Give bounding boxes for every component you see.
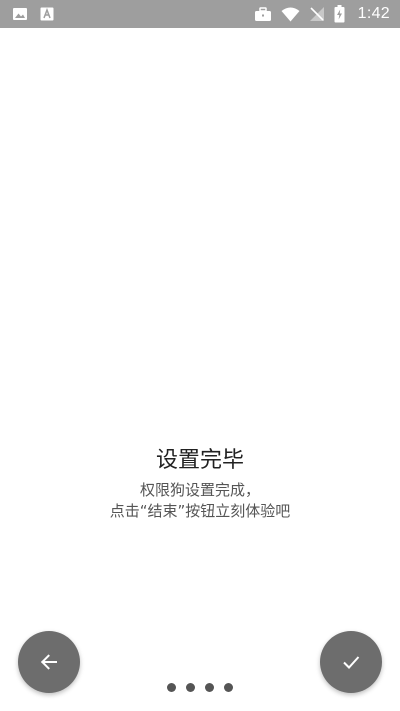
page-dot (167, 683, 176, 692)
checkmark-icon (341, 652, 361, 672)
description-line-1: 权限狗设置完成， (139, 481, 260, 499)
font-a-icon (40, 7, 54, 21)
page-dot (186, 683, 195, 692)
page-indicator (0, 683, 400, 692)
page-dot (205, 683, 214, 692)
no-sim-icon (309, 6, 325, 22)
page-description: 权限狗设置完成， 点击“结束”按钮立刻体验吧 (0, 480, 400, 522)
page-title: 设置完毕 (155, 448, 244, 473)
status-bar-notifications (12, 7, 54, 21)
completion-message: 设置完毕 权限狗设置完成， 点击“结束”按钮立刻体验吧 (0, 446, 400, 522)
arrow-left-icon (39, 652, 59, 672)
status-bar: 1:42 (0, 0, 400, 28)
battery-charging-icon (334, 5, 345, 23)
status-bar-system: 1:42 (254, 5, 390, 23)
image-icon (12, 7, 28, 21)
description-line-2: 点击“结束”按钮立刻体验吧 (109, 502, 291, 520)
status-time: 1:42 (357, 5, 390, 22)
wifi-icon (281, 7, 300, 22)
page-dot (224, 683, 233, 692)
briefcase-icon (254, 6, 272, 22)
